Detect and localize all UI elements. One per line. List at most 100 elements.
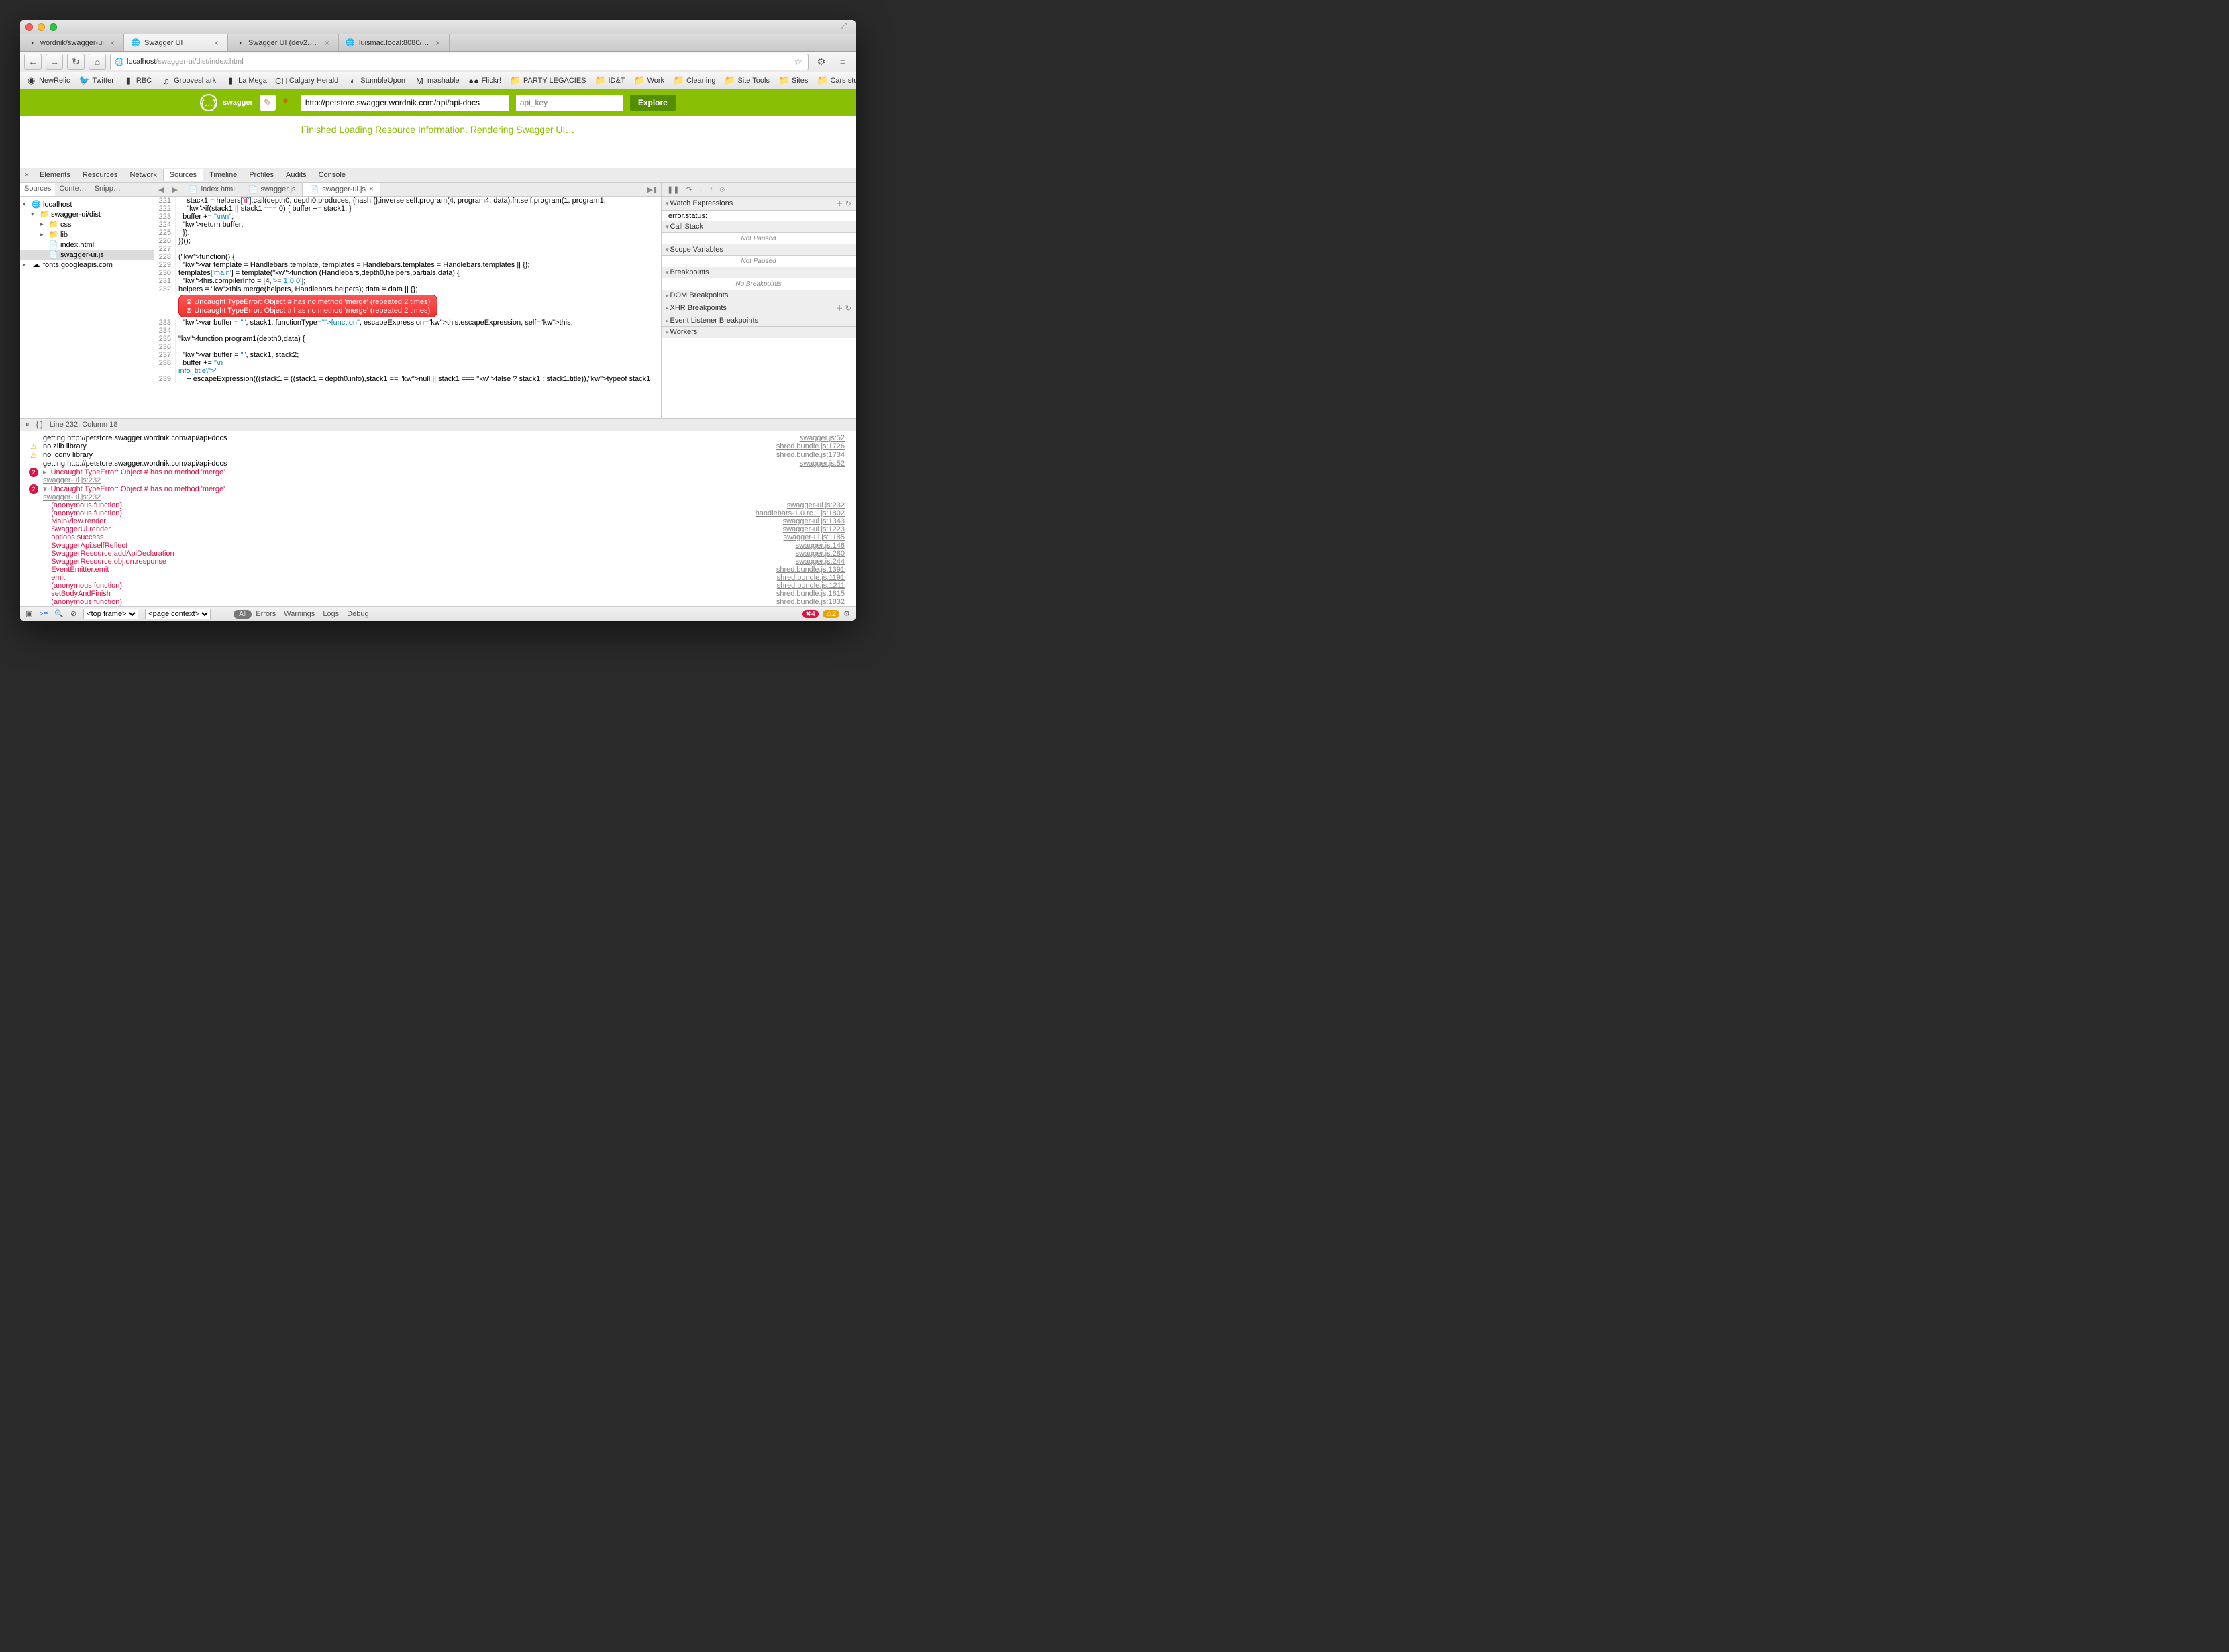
tree-item[interactable]: ▾📁swagger-ui/dist xyxy=(20,209,154,219)
devtools-close-icon[interactable]: × xyxy=(20,171,34,179)
console-toggle-icon[interactable]: >≡ xyxy=(39,610,48,618)
tree-item[interactable]: ▸📁lib xyxy=(20,229,154,240)
bookmark-star-icon[interactable]: ☆ xyxy=(794,56,802,68)
swagger-tool-button[interactable]: ✎ xyxy=(260,95,276,111)
bookmark-item[interactable]: 📁Cars stuff xyxy=(814,74,856,87)
close-icon[interactable]: × xyxy=(110,38,117,48)
devtools-panel-tab[interactable]: Sources xyxy=(163,169,203,181)
zoom-window-button[interactable] xyxy=(50,23,57,31)
navigator-tab[interactable]: Sources xyxy=(20,183,55,196)
file-nav-fwd-icon[interactable]: ▶ xyxy=(168,184,181,195)
browser-tab[interactable]: ◑wordnik/swagger-ui× xyxy=(20,34,124,51)
console-source-link[interactable]: shred.bundle.js:1734 xyxy=(776,451,851,460)
console-line[interactable]: (anonymous function)handlebars-1.0.rc.1.… xyxy=(20,509,856,517)
close-icon[interactable]: × xyxy=(369,185,373,193)
console-source-link[interactable]: swagger-ui.js:1343 xyxy=(783,517,851,525)
error-count-badge[interactable]: ✖4 xyxy=(802,610,819,618)
console-source-link[interactable]: swagger-ui.js:232 xyxy=(787,501,851,509)
browser-tab[interactable]: 🌐luismac.local:8080/PWAss…× xyxy=(339,34,450,51)
deactivate-breakpoints-icon[interactable]: ⦸ xyxy=(720,185,725,194)
bookmark-item[interactable]: ▮RBC xyxy=(120,74,155,87)
console-line[interactable]: (anonymous function)shred.bundle.js:1211 xyxy=(20,582,856,590)
tree-item[interactable]: 📄index.html xyxy=(20,240,154,250)
add-icon[interactable]: ＋ ↻ xyxy=(836,303,851,313)
back-button[interactable]: ← xyxy=(24,54,42,70)
console-filter[interactable]: Errors xyxy=(256,610,276,618)
tree-item[interactable]: ▸📁css xyxy=(20,219,154,229)
debugger-section-header[interactable]: Call Stack xyxy=(662,221,856,233)
debugger-section-header[interactable]: Breakpoints xyxy=(662,267,856,278)
console-line[interactable]: no zlib libraryshred.bundle.js:1726 xyxy=(20,442,856,451)
braces-icon[interactable]: { } xyxy=(36,421,43,429)
console-source-link[interactable]: swagger.js:146 xyxy=(796,541,851,550)
code-editor[interactable]: 221 stack1 = helpers['if'].call(depth0, … xyxy=(154,197,661,418)
browser-tab[interactable]: ◑Swagger UI (dev2.0) fails t…× xyxy=(228,34,339,51)
step-into-icon[interactable]: ↓ xyxy=(699,185,703,193)
console-line[interactable]: SwaggerResource.obj.on.responseswagger.j… xyxy=(20,558,856,566)
console-source-link[interactable]: shred.bundle.js:1815 xyxy=(776,590,851,598)
bookmark-item[interactable]: 📁Cleaning xyxy=(670,74,719,87)
console-filter[interactable]: All xyxy=(234,610,252,619)
console-line[interactable]: emitshred.bundle.js:1191 xyxy=(20,574,856,582)
console-source-link[interactable]: swagger-ui.js:232 xyxy=(43,476,851,484)
close-icon[interactable]: × xyxy=(435,38,442,48)
bookmark-item[interactable]: 📁Work xyxy=(631,74,668,87)
frame-select[interactable]: <top frame> xyxy=(83,609,138,619)
debugger-section-header[interactable]: Workers xyxy=(662,327,856,338)
swagger-explore-button[interactable]: Explore xyxy=(630,95,676,111)
swagger-api-key-input[interactable] xyxy=(516,95,623,111)
console-line[interactable]: SwaggerApi.selfReflectswagger.js:146 xyxy=(20,541,856,550)
console-filter[interactable]: Logs xyxy=(323,610,339,618)
close-icon[interactable]: × xyxy=(325,38,331,48)
console-source-link[interactable]: swagger.js:52 xyxy=(800,434,851,442)
file-tab[interactable]: 📄swagger.js xyxy=(242,183,303,196)
devtools-panel-tab[interactable]: Network xyxy=(123,169,162,181)
forward-button[interactable]: → xyxy=(46,54,63,70)
console-line[interactable]: no iconv libraryshred.bundle.js:1734 xyxy=(20,451,856,460)
console-line[interactable]: (anonymous function)swagger-ui.js:232 xyxy=(20,501,856,509)
close-window-button[interactable] xyxy=(25,23,33,31)
bookmark-item[interactable]: 🐦Twitter xyxy=(76,74,117,87)
console-line[interactable]: EventEmitter.emitshred.bundle.js:1391 xyxy=(20,566,856,574)
file-tab[interactable]: 📄index.html xyxy=(182,183,242,196)
warning-count-badge[interactable]: ⚠2 xyxy=(823,610,839,618)
swagger-gear-icon[interactable]: ✸ xyxy=(282,97,295,109)
minimize-window-button[interactable] xyxy=(38,23,45,31)
dock-icon[interactable]: ▣ xyxy=(25,609,32,618)
console-source-link[interactable]: swagger-ui.js:232 xyxy=(43,493,851,501)
navigator-tab[interactable]: Snipp… xyxy=(91,183,125,196)
console-line[interactable]: SwaggerUi.renderswagger-ui.js:1223 xyxy=(20,525,856,533)
pause-circle-icon[interactable]: ⏸ xyxy=(25,421,30,429)
bookmark-item[interactable]: 📁PARTY LEGACIES xyxy=(507,74,590,87)
bookmark-item[interactable]: 📁ID&T xyxy=(592,74,629,87)
devtools-panel-tab[interactable]: Resources xyxy=(76,169,124,181)
debugger-section-header[interactable]: DOM Breakpoints xyxy=(662,290,856,301)
debugger-section-header[interactable]: Event Listener Breakpoints xyxy=(662,315,856,327)
console-source-link[interactable]: swagger.js:280 xyxy=(796,550,851,558)
menu-icon[interactable]: ≡ xyxy=(834,54,851,70)
bookmark-item[interactable]: 📁Site Tools xyxy=(721,74,773,87)
devtools-panel-tab[interactable]: Timeline xyxy=(203,169,243,181)
address-bar[interactable]: 🌐 localhost/swagger-ui/dist/index.html ☆ xyxy=(110,54,809,70)
settings-icon[interactable]: ⚙ xyxy=(813,54,830,70)
context-select[interactable]: <page context> xyxy=(145,609,211,619)
bookmark-item[interactable]: 📁Sites xyxy=(776,74,811,87)
devtools-panel-tab[interactable]: Elements xyxy=(34,169,76,181)
tree-item[interactable]: ▾🌐localhost xyxy=(20,199,154,209)
swagger-url-input[interactable] xyxy=(301,95,509,111)
watch-expression[interactable]: error.status: xyxy=(662,211,856,221)
console-line[interactable]: options.successswagger-ui.js:1185 xyxy=(20,533,856,541)
console-filter[interactable]: Debug xyxy=(347,610,368,618)
navigator-tab[interactable]: Conte… xyxy=(55,183,90,196)
browser-tab[interactable]: 🌐Swagger UI× xyxy=(124,34,228,51)
reload-button[interactable]: ↻ xyxy=(67,54,85,70)
console-line[interactable]: 2▸ Uncaught TypeError: Object # has no m… xyxy=(20,468,856,484)
console[interactable]: getting http://petstore.swagger.wordnik.… xyxy=(20,431,856,606)
console-source-link[interactable]: swagger.js:244 xyxy=(796,558,851,566)
console-line[interactable]: (anonymous function)shred.bundle.js:1832 xyxy=(20,598,856,606)
console-line[interactable]: MainView.renderswagger-ui.js:1343 xyxy=(20,517,856,525)
console-line[interactable]: getting http://petstore.swagger.wordnik.… xyxy=(20,434,856,442)
devtools-panel-tab[interactable]: Profiles xyxy=(243,169,280,181)
file-list-icon[interactable]: ▶▮ xyxy=(643,184,661,195)
console-line[interactable]: getting http://petstore.swagger.wordnik.… xyxy=(20,460,856,468)
